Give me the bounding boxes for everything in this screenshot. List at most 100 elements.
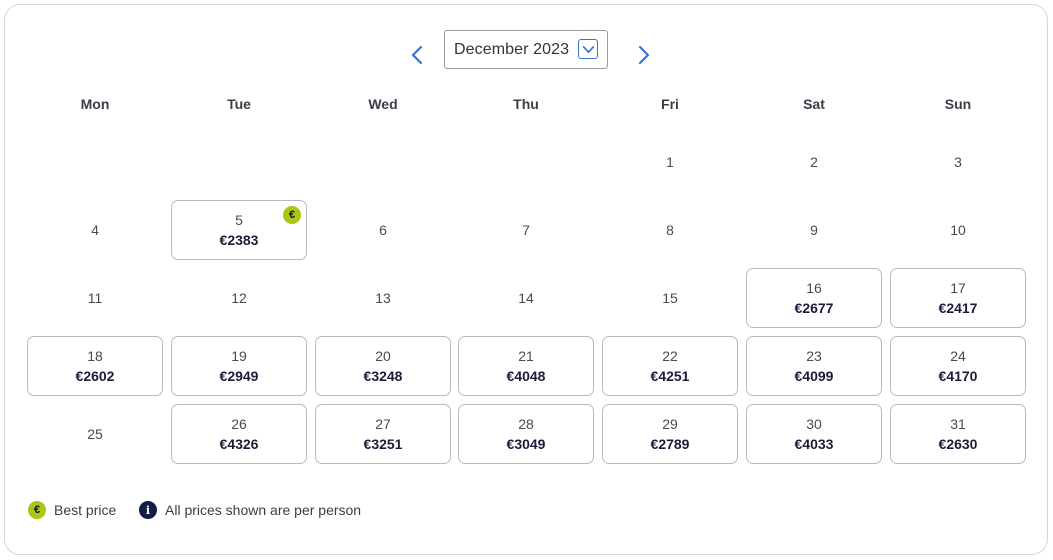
day-cell-priced[interactable]: 24 €4170 (890, 336, 1026, 396)
month-label: December 2023 (454, 40, 570, 58)
chevron-right-icon (638, 45, 650, 65)
legend-best-price-label: Best price (54, 502, 117, 518)
weekday-sun: Sun (944, 96, 972, 112)
day-price: €4048 (506, 367, 546, 384)
day-number: 26 (231, 415, 247, 432)
day-cell-priced[interactable]: 17 €2417 (890, 268, 1026, 328)
day-price: €4033 (794, 435, 834, 452)
day-cell: 4 (27, 200, 163, 260)
day-number: 11 (87, 290, 103, 306)
day-price: €4099 (794, 367, 834, 384)
day-cell-priced[interactable]: 30 €4033 (746, 404, 882, 464)
day-number: 6 (379, 222, 387, 238)
day-price: €4251 (650, 367, 690, 384)
day-number: 14 (518, 290, 534, 306)
day-cell-priced[interactable]: 18 €2602 (27, 336, 163, 396)
day-price: €2789 (650, 435, 690, 452)
day-cell-priced[interactable]: 27 €3251 (315, 404, 451, 464)
day-cell-priced[interactable]: 21 €4048 (458, 336, 594, 396)
day-number: 27 (375, 415, 391, 432)
euro-badge-icon: € (28, 501, 46, 519)
day-number: 9 (810, 222, 818, 238)
day-number: 21 (518, 347, 534, 364)
weekday-thu: Thu (513, 96, 539, 112)
day-cell-priced[interactable]: 20 €3248 (315, 336, 451, 396)
day-cell-priced[interactable]: 31 €2630 (890, 404, 1026, 464)
day-cell-priced[interactable]: 22 €4251 (602, 336, 738, 396)
day-number: 13 (375, 290, 391, 306)
day-cell-priced[interactable]: 29 €2789 (602, 404, 738, 464)
day-cell: 25 (27, 404, 163, 464)
weekday-mon: Mon (80, 96, 110, 112)
day-cell: 11 (27, 268, 163, 328)
day-cell: 8 (602, 200, 738, 260)
day-number: 28 (518, 415, 534, 432)
day-number: 23 (806, 347, 822, 364)
day-cell: 10 (890, 200, 1026, 260)
day-price: €2630 (938, 435, 978, 452)
day-cell-priced[interactable]: 26 €4326 (171, 404, 307, 464)
day-cell-priced[interactable]: 16 €2677 (746, 268, 882, 328)
day-price: €3248 (363, 367, 403, 384)
day-number: 4 (91, 222, 99, 238)
day-cell-priced[interactable]: 23 €4099 (746, 336, 882, 396)
day-number: 20 (375, 347, 391, 364)
month-select[interactable]: December 2023 (444, 30, 608, 69)
day-number: 12 (231, 290, 247, 306)
weekday-wed: Wed (368, 96, 398, 112)
day-number: 15 (662, 290, 678, 306)
next-month-button[interactable] (631, 41, 657, 69)
day-number: 17 (950, 279, 966, 296)
best-price-badge-icon: € (283, 206, 301, 224)
day-number: 22 (662, 347, 678, 364)
weekday-tue: Tue (227, 96, 251, 112)
day-cell: 9 (746, 200, 882, 260)
day-cell: 2 (746, 132, 882, 192)
day-cell: 6 (315, 200, 451, 260)
prev-month-button[interactable] (404, 41, 430, 69)
day-number: 31 (950, 415, 966, 432)
legend-best-price: € Best price (28, 501, 116, 519)
day-number: 24 (950, 347, 966, 364)
day-number: 25 (87, 426, 103, 442)
day-price: €4170 (938, 367, 978, 384)
day-cell: 1 (602, 132, 738, 192)
day-price: €2949 (219, 367, 259, 384)
day-number: 3 (954, 154, 962, 170)
day-number: 16 (806, 279, 822, 296)
day-cell-priced[interactable]: 19 €2949 (171, 336, 307, 396)
day-cell-priced[interactable]: 28 €3049 (458, 404, 594, 464)
chevron-left-icon (411, 45, 423, 65)
day-number: 30 (806, 415, 822, 432)
day-price: €4326 (219, 435, 259, 452)
weekday-sat: Sat (803, 96, 825, 112)
day-cell: 14 (458, 268, 594, 328)
chevron-down-icon (578, 39, 598, 59)
day-number: 2 (810, 154, 818, 170)
calendar-card: December 2023 Mon Tue Wed Thu Fri Sat Sun 1234… (4, 4, 1048, 555)
day-number: 1 (666, 154, 674, 170)
day-cell: 12 (171, 268, 307, 328)
day-number: 18 (87, 347, 103, 364)
day-price: €3251 (363, 435, 403, 452)
legend-info-label: All prices shown are per person (165, 502, 362, 518)
day-price: €2383 (219, 231, 259, 248)
day-cell: 13 (315, 268, 451, 328)
day-cell-priced[interactable]: 5 €2383 € (171, 200, 307, 260)
weekday-fri: Fri (661, 96, 679, 112)
day-price: €2417 (938, 299, 978, 316)
day-number: 29 (662, 415, 678, 432)
day-cell: 3 (890, 132, 1026, 192)
day-cell: 7 (458, 200, 594, 260)
day-number: 10 (950, 222, 966, 238)
day-cell: 15 (602, 268, 738, 328)
info-icon: i (139, 501, 157, 519)
day-number: 8 (666, 222, 674, 238)
day-number: 7 (522, 222, 530, 238)
day-price: €2602 (75, 367, 115, 384)
legend-info: i All prices shown are per person (139, 501, 361, 519)
day-price: €2677 (794, 299, 834, 316)
day-number: 5 (235, 211, 243, 228)
day-price: €3049 (506, 435, 546, 452)
day-number: 19 (231, 347, 247, 364)
